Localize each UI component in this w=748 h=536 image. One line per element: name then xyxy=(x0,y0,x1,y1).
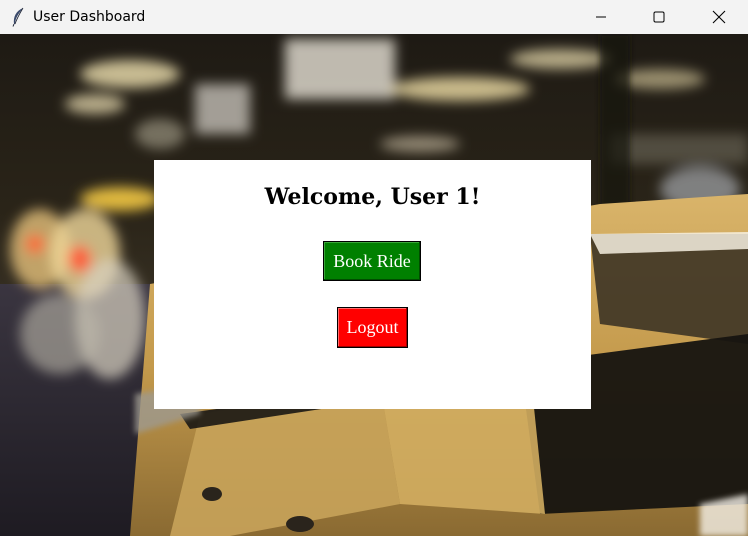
logout-button[interactable]: Logout xyxy=(337,307,408,348)
close-button[interactable] xyxy=(690,0,748,34)
title-bar[interactable]: User Dashboard xyxy=(0,0,748,34)
minimize-icon xyxy=(596,16,606,18)
welcome-card: Welcome, User 1! Book Ride Logout xyxy=(154,160,591,409)
book-ride-button[interactable]: Book Ride xyxy=(323,241,421,281)
feather-icon xyxy=(12,7,24,27)
close-icon xyxy=(712,10,726,24)
minimize-button[interactable] xyxy=(572,0,630,34)
maximize-icon xyxy=(653,11,665,23)
welcome-heading: Welcome, User 1! xyxy=(264,184,481,210)
app-window: User Dashboard Welcome, User 1! Book Rid… xyxy=(0,0,748,536)
maximize-button[interactable] xyxy=(630,0,688,34)
client-area: Welcome, User 1! Book Ride Logout xyxy=(0,34,748,536)
window-title: User Dashboard xyxy=(33,9,146,25)
